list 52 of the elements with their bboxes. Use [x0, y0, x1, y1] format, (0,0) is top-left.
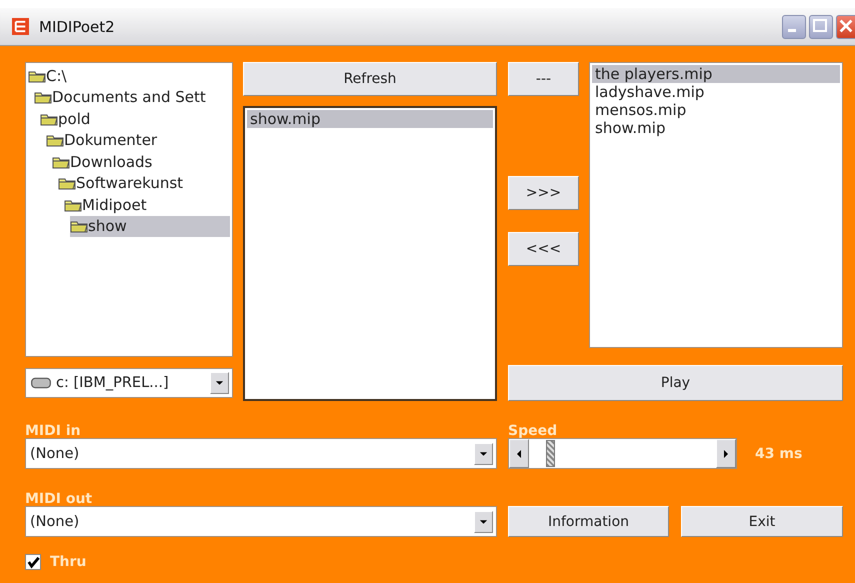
remove-button[interactable]: <<< — [508, 232, 579, 266]
close-button[interactable] — [836, 14, 855, 38]
folder-item[interactable]: Midipoet — [64, 194, 230, 216]
folder-icon — [28, 68, 46, 83]
folder-item[interactable]: Downloads — [52, 151, 230, 172]
close-icon — [839, 18, 853, 32]
separator-button[interactable]: --- — [508, 62, 579, 96]
playlist-item[interactable]: ladyshave.mip — [592, 83, 840, 101]
drive-icon — [30, 376, 52, 390]
add-button[interactable]: >>> — [508, 176, 579, 210]
folder-icon — [52, 154, 70, 169]
folder-icon — [58, 176, 76, 190]
speed-slider[interactable] — [508, 438, 737, 469]
folder-icon — [70, 219, 88, 234]
playlist-item[interactable]: show.mip — [592, 119, 840, 137]
folder-icon — [40, 112, 58, 126]
app-icon — [12, 18, 29, 35]
playlist-item[interactable]: mensos.mip — [592, 101, 840, 119]
maximize-button[interactable] — [809, 14, 833, 38]
midi-in-dropdown[interactable]: (None) — [25, 438, 497, 469]
thru-checkbox[interactable] — [25, 554, 41, 570]
speed-label: Speed — [508, 423, 558, 438]
speed-reading: 43 ms — [755, 446, 802, 462]
folder-item[interactable]: Softwarekunst — [58, 172, 230, 194]
information-button[interactable]: Information — [508, 506, 669, 537]
right-arrow-icon — [723, 448, 729, 458]
folder-item[interactable]: C:\ — [28, 65, 230, 86]
minimize-icon — [788, 28, 796, 32]
folder-item[interactable]: pold — [40, 108, 230, 130]
exit-button[interactable]: Exit — [681, 506, 843, 537]
window-title: MIDIPoet2 — [39, 18, 116, 36]
folder-item[interactable]: Dokumenter — [46, 130, 230, 151]
maximize-icon — [813, 18, 827, 32]
dropdown-arrow-icon — [479, 518, 488, 524]
dropdown-arrow-icon — [215, 380, 224, 386]
folder-item[interactable]: Documents and Sett — [34, 86, 230, 108]
midi-out-label: MIDI out — [25, 491, 94, 506]
folder-item[interactable]: show — [70, 216, 230, 237]
left-arrow-icon — [516, 448, 522, 458]
folder-icon — [46, 133, 64, 148]
refresh-button[interactable]: Refresh — [243, 62, 497, 96]
file-item[interactable]: show.mip — [247, 110, 493, 128]
thru-label: Thru — [50, 554, 86, 570]
playlist-item[interactable]: the players.mip — [592, 65, 840, 83]
minimize-button[interactable] — [782, 14, 806, 38]
drive-dropdown[interactable]: c: [IBM_PREL...] — [25, 368, 233, 398]
dropdown-arrow-icon — [479, 450, 488, 456]
folder-icon — [34, 90, 52, 104]
midi-out-dropdown[interactable]: (None) — [25, 506, 497, 537]
play-button[interactable]: Play — [508, 365, 843, 401]
midi-in-label: MIDI in — [25, 423, 82, 438]
folder-icon — [64, 198, 82, 212]
